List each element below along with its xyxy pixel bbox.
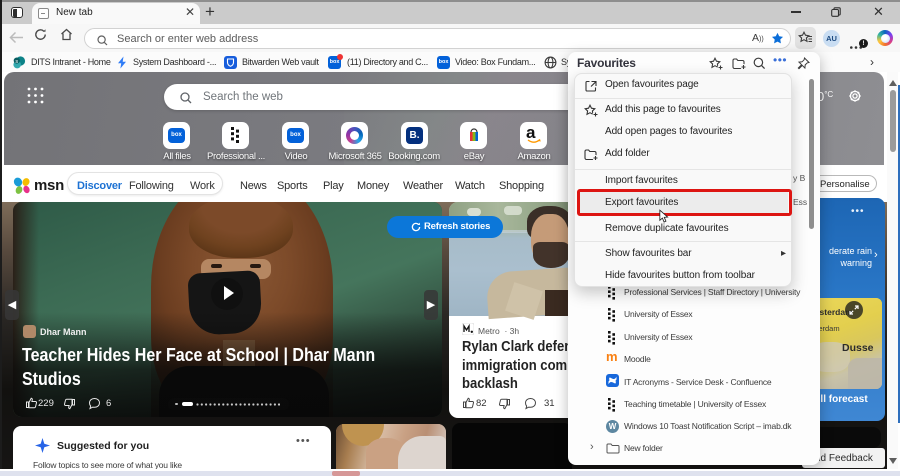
svg-text:s: s [15,59,18,65]
